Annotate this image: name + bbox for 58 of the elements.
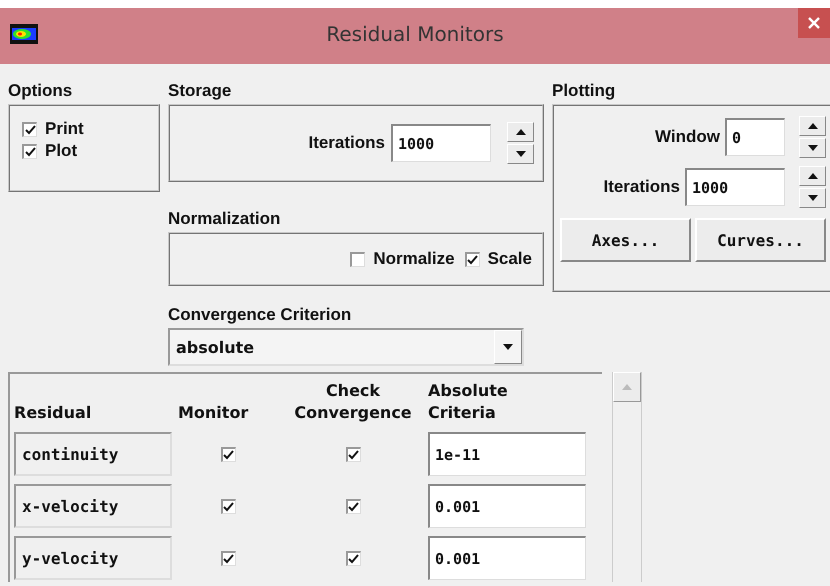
number-field[interactable]: 0 [725, 118, 785, 156]
spin-down-button[interactable] [799, 188, 826, 208]
checkbox[interactable] [346, 446, 360, 462]
column-header: Check Convergence [293, 380, 413, 424]
checkbox[interactable] [220, 498, 236, 514]
dropdown-label: Convergence Criterion [168, 304, 352, 326]
residual-name: y-velocity [14, 536, 172, 580]
criterion-dropdown[interactable]: absolute [168, 328, 524, 366]
criteria-field[interactable]: 0.001 [428, 484, 586, 528]
checkbox-label: Print [45, 119, 84, 139]
checkbox[interactable] [350, 252, 366, 266]
up-arrow-icon [808, 123, 818, 129]
checkbox-label: Scale [488, 249, 532, 269]
group-label: Normalization [168, 208, 282, 230]
checkbox[interactable] [220, 446, 236, 462]
up-arrow-icon [516, 129, 526, 135]
close-icon [808, 17, 820, 29]
dialog-button[interactable]: Curves... [695, 218, 826, 262]
group-label: Storage [168, 80, 232, 102]
up-arrow-icon [622, 384, 632, 390]
spin-down-button[interactable] [507, 144, 534, 164]
residual-name: continuity [14, 432, 172, 476]
field-label: Iterations [603, 177, 680, 197]
scroll-up-button[interactable] [613, 372, 641, 402]
checkbox[interactable] [464, 252, 480, 266]
app-icon [10, 24, 38, 44]
spin-up-button[interactable] [799, 166, 826, 186]
checkbox-label: Normalize [373, 249, 455, 269]
number-field[interactable]: 1000 [685, 168, 785, 206]
iterations-field[interactable]: 1000 [391, 124, 491, 162]
scrollbar[interactable] [612, 372, 642, 582]
down-arrow-icon [503, 344, 513, 350]
checkbox[interactable] [22, 122, 37, 136]
group-label: Options [8, 80, 74, 102]
field-label: Window [655, 127, 720, 147]
spin-up-button[interactable] [799, 116, 826, 136]
checkbox[interactable] [220, 550, 236, 566]
close-button[interactable] [798, 8, 830, 38]
column-header: Monitor [178, 402, 250, 424]
checkbox-label: Plot [45, 141, 78, 161]
column-header: Residual [14, 402, 92, 424]
residual-name: x-velocity [14, 484, 172, 528]
criteria-field[interactable]: 0.001 [428, 536, 586, 580]
spin-down-button[interactable] [799, 138, 826, 158]
up-arrow-icon [808, 173, 818, 179]
checkbox[interactable] [346, 498, 360, 514]
down-arrow-icon [808, 195, 818, 201]
down-arrow-icon [516, 151, 526, 157]
column-header: Absolute Criteria [428, 380, 509, 424]
group-label: Plotting [552, 80, 616, 102]
dialog-button[interactable]: Axes... [560, 218, 691, 262]
checkbox[interactable] [22, 144, 37, 158]
spin-up-button[interactable] [507, 122, 534, 142]
down-arrow-icon [808, 145, 818, 151]
checkbox[interactable] [346, 550, 360, 566]
field-label: Iterations [308, 133, 385, 153]
criteria-field[interactable]: 1e-11 [428, 432, 586, 476]
window-title: Residual Monitors [326, 22, 504, 46]
